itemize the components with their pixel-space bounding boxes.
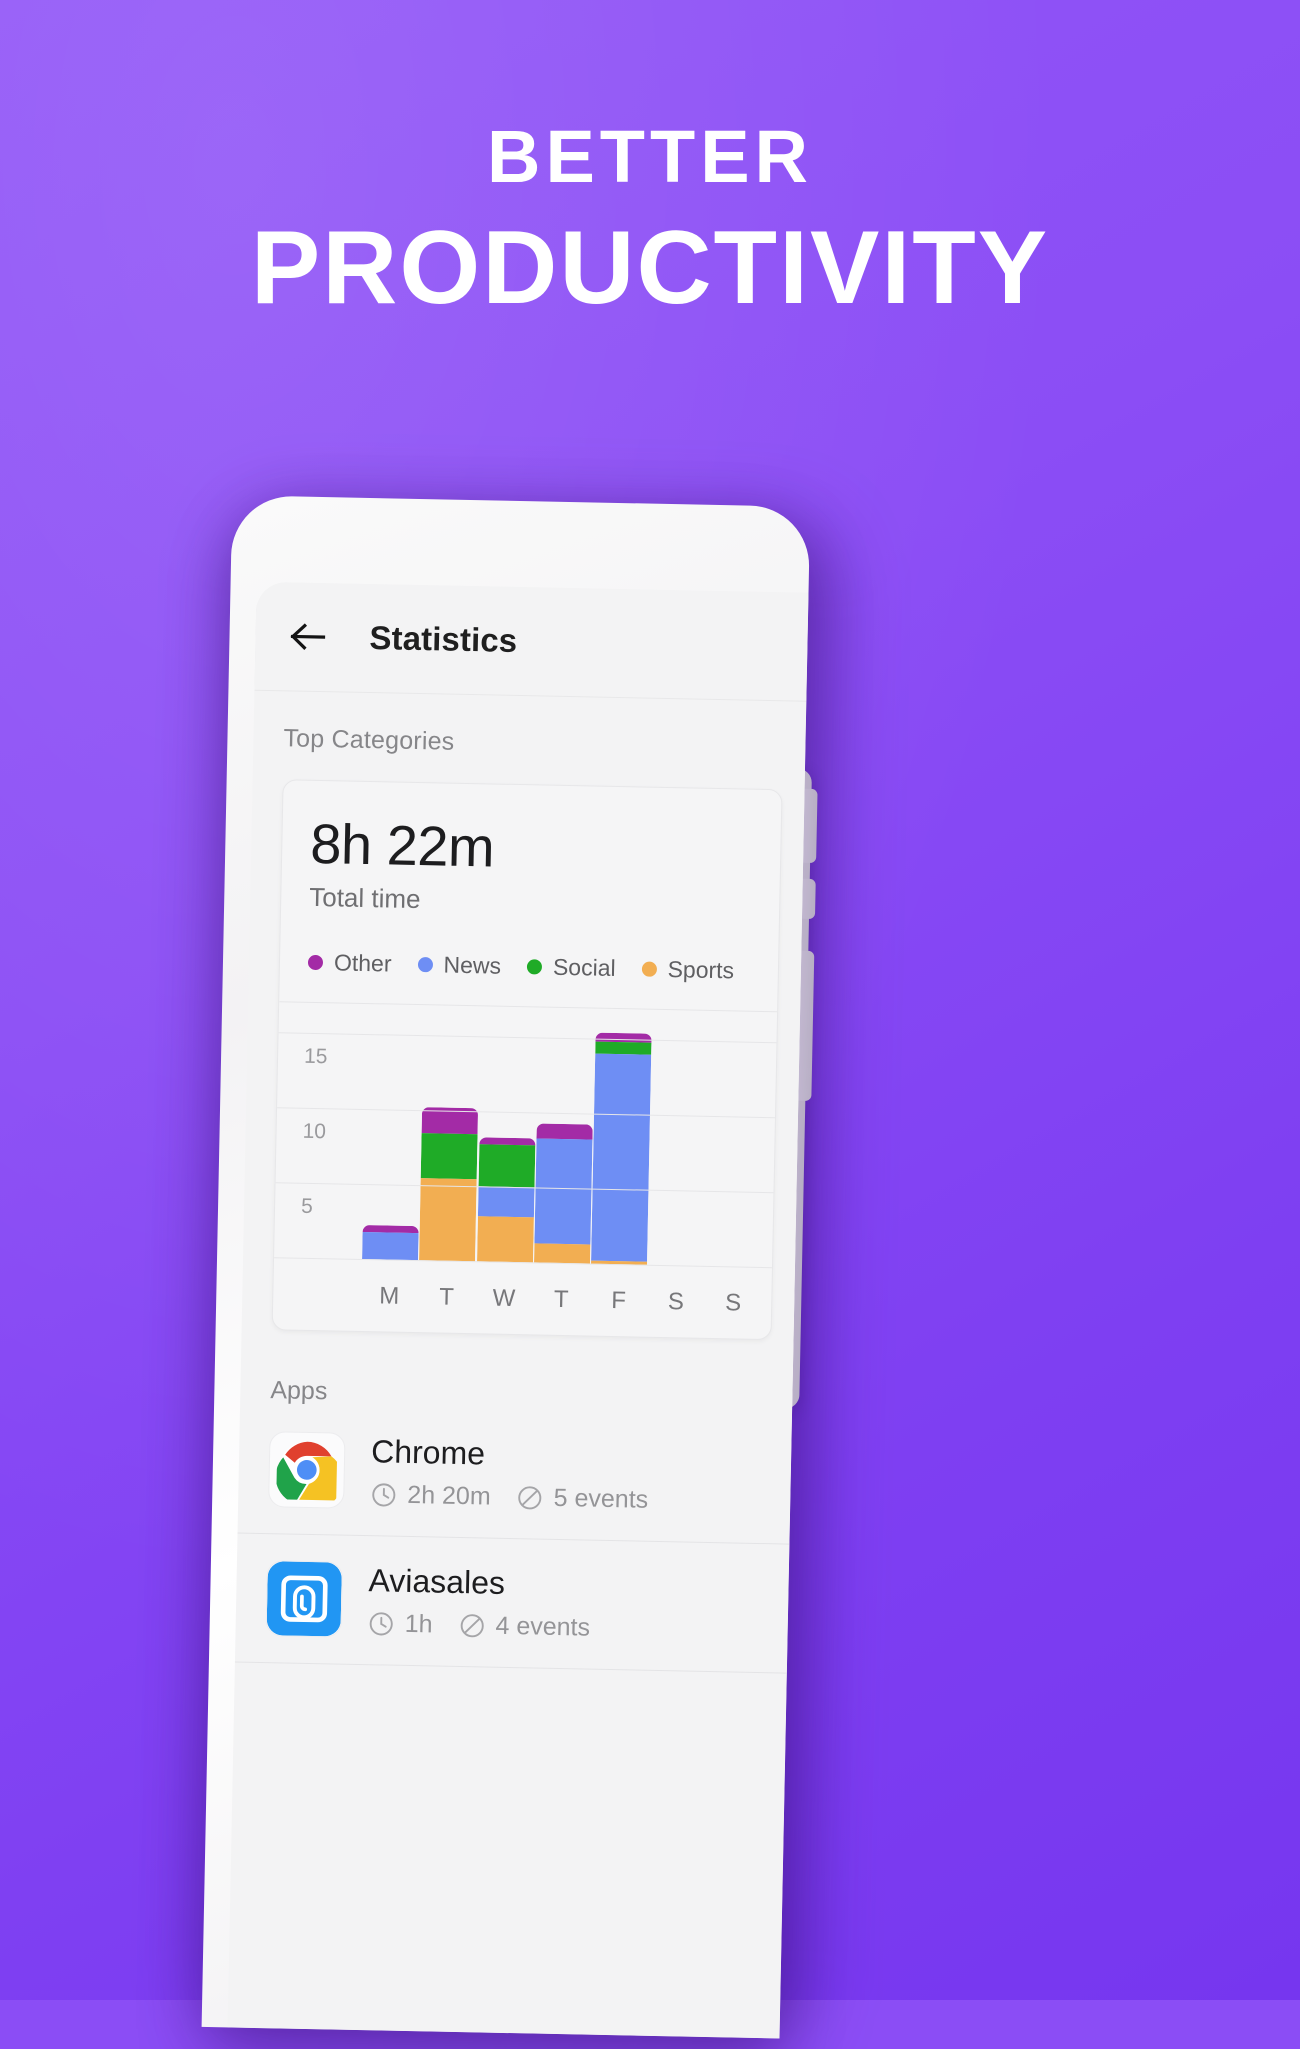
chrome-icon: [276, 1441, 338, 1501]
chart-bar-column[interactable]: [649, 1014, 710, 1266]
chart-x-tick-label: F: [610, 1286, 627, 1314]
phone-screen: Statistics Top Categories 8h 22m Total t…: [227, 581, 809, 2039]
chart-bar-segment-social: [595, 1041, 652, 1055]
app-icon: [265, 1560, 343, 1638]
chart-bar: [362, 1224, 419, 1261]
chart-bar-segment-news: [477, 1186, 535, 1218]
legend-item-social: Social: [526, 953, 616, 982]
weekly-stacked-bar-chart: 5 10 15: [274, 1002, 777, 1267]
legend-item-news: News: [417, 951, 501, 980]
legend-color-dot: [526, 959, 543, 975]
legend-label: News: [443, 951, 502, 979]
chart-x-tick-label: S: [724, 1288, 742, 1317]
chart-bar: [476, 1136, 536, 1263]
top-categories-card[interactable]: 8h 22m Total time Other News Social Sports …: [271, 779, 783, 1341]
chart-bar-segment-other: [536, 1122, 593, 1140]
chart-bar-segment-sports: [476, 1216, 534, 1263]
app-time-text: 1h: [404, 1609, 433, 1639]
chart-bar-column[interactable]: [362, 1008, 423, 1261]
clock-icon: [369, 1612, 393, 1636]
app-meta: 2h 20m 5 events: [370, 1480, 648, 1515]
screen-content: Top Categories 8h 22m Total time Other Ne…: [234, 690, 806, 1674]
chart-x-tick-label: T: [439, 1283, 455, 1311]
app-meta: 1h 4 events: [367, 1609, 590, 1642]
app-name: Aviasales: [368, 1562, 506, 1601]
list-item[interactable]: Aviasales 1h 4 events: [234, 1533, 790, 1674]
chart-plot-area: [362, 1008, 767, 1267]
section-label-top-categories: Top Categories: [283, 724, 455, 756]
app-time: 2h 20m: [370, 1480, 491, 1511]
phone-body: Statistics Top Categories 8h 22m Total t…: [201, 495, 811, 2039]
chart-x-axis: MTWTFSS: [272, 1257, 772, 1340]
legend-item-sports: Sports: [641, 956, 734, 985]
aviasales-icon: [266, 1561, 342, 1637]
app-info: Chrome 2h 20m 5 events: [370, 1433, 649, 1515]
total-time-value: 8h 22m: [309, 811, 495, 879]
chart-y-tick-label: 5: [300, 1194, 314, 1218]
clock-icon: [372, 1483, 396, 1507]
app-name: Chrome: [370, 1433, 486, 1472]
chart-x-tick-label: T: [553, 1285, 569, 1313]
chart-bar: [534, 1122, 593, 1264]
arrow-left-icon: [290, 623, 326, 650]
chart-x-tick-label: S: [667, 1287, 685, 1315]
chart-bar-segment-sports: [534, 1242, 591, 1264]
app-time-text: 2h 20m: [407, 1480, 491, 1511]
legend-label: Other: [333, 949, 392, 977]
legend-color-dot: [417, 957, 433, 973]
chart-x-tick-label: W: [492, 1284, 516, 1312]
app-events: 4 events: [458, 1611, 590, 1643]
chart-x-tick-label: M: [379, 1281, 400, 1310]
chart-bar-segment-news: [591, 1053, 652, 1262]
back-button[interactable]: [285, 613, 332, 660]
block-icon: [518, 1486, 542, 1510]
chart-bar: [591, 1032, 652, 1265]
chart-bar-column[interactable]: [476, 1010, 538, 1263]
chart-bar-column[interactable]: [706, 1015, 767, 1267]
chart-y-tick-label: 10: [302, 1119, 327, 1144]
chart-bar-segment-sports: [419, 1177, 478, 1262]
legend-item-other: Other: [307, 949, 392, 978]
app-events-text: 4 events: [495, 1611, 591, 1642]
section-label-apps: Apps: [270, 1376, 328, 1406]
app-bar: Statistics: [254, 581, 809, 701]
headline-line-2: PRODUCTIVITY: [250, 210, 1050, 326]
block-icon: [460, 1614, 484, 1638]
chart-bar-column[interactable]: [419, 1009, 480, 1262]
app-events: 5 events: [516, 1483, 648, 1515]
app-icon: [268, 1431, 346, 1509]
marketing-headline: BETTER PRODUCTIVITY: [0, 115, 1300, 327]
chart-bar-column[interactable]: [534, 1011, 595, 1264]
list-item[interactable]: Chrome 2h 20m 5 events: [237, 1404, 792, 1545]
chart-legend: Other News Social Sports: [279, 912, 779, 1013]
headline-line-1: BETTER: [487, 115, 813, 198]
chart-bar-segment-news: [362, 1231, 419, 1261]
legend-color-dot: [641, 961, 657, 977]
phone-mockup: Statistics Top Categories 8h 22m Total t…: [187, 477, 838, 2049]
app-time: 1h: [367, 1609, 433, 1639]
chart-bar-segment-social: [421, 1132, 478, 1179]
app-info: Aviasales 1h 4 events: [367, 1562, 591, 1642]
app-events-text: 5 events: [553, 1483, 649, 1514]
legend-color-dot: [307, 954, 324, 971]
chart-bar-segment-social: [478, 1144, 536, 1188]
legend-label: Sports: [667, 956, 735, 984]
page-title: Statistics: [369, 618, 518, 659]
chart-bar-segment-news: [534, 1137, 593, 1245]
legend-label: Social: [552, 953, 616, 981]
chart-bar-column[interactable]: [591, 1013, 652, 1265]
chart-bar: [419, 1107, 479, 1262]
chart-y-tick-label: 15: [303, 1044, 328, 1069]
